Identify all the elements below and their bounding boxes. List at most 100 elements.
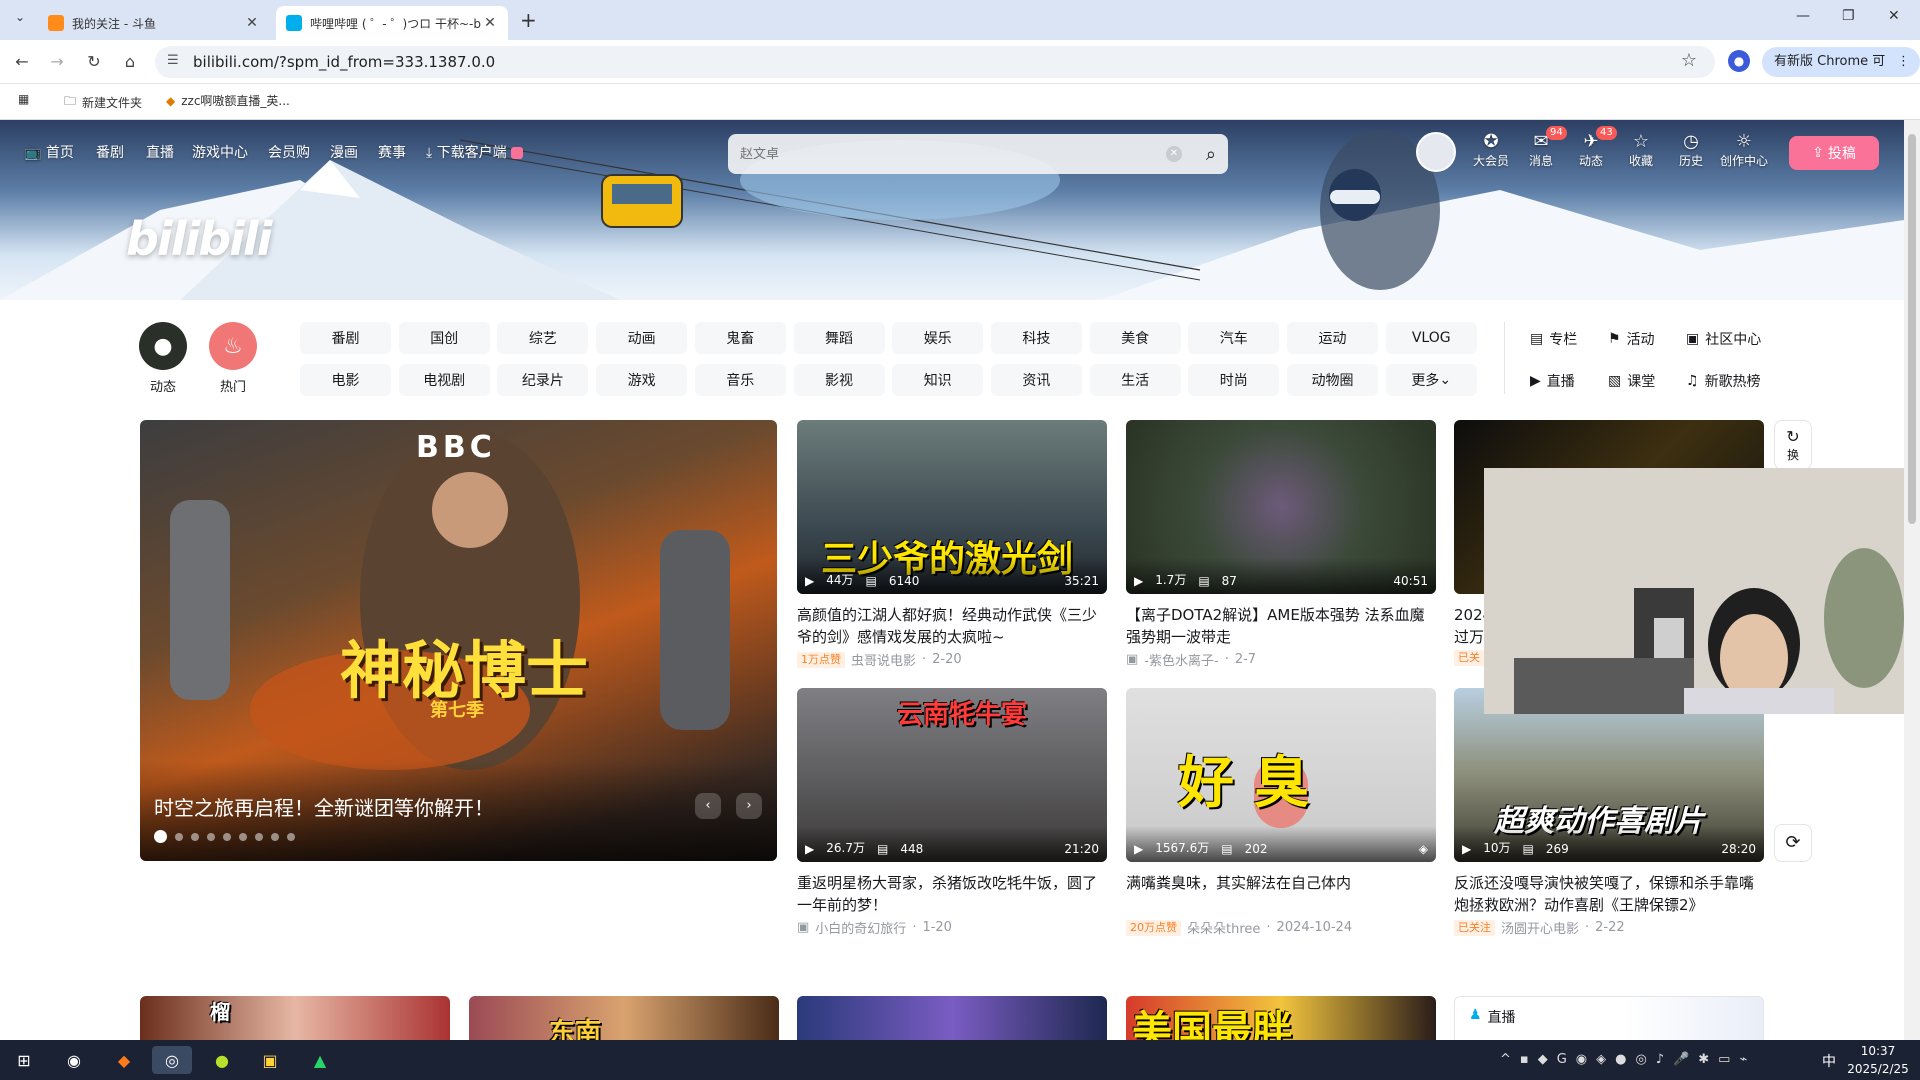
- scrollbar-thumb[interactable]: [1908, 134, 1916, 524]
- carousel-dot-active[interactable]: [154, 830, 167, 843]
- close-icon[interactable]: ✕: [482, 15, 498, 31]
- category-item[interactable]: 美食: [1089, 322, 1181, 354]
- video-thumbnail[interactable]: 云南牦牛宴 ▶ 26.7万 ▤ 448 21:20: [797, 688, 1107, 862]
- ime-indicator[interactable]: 中: [1822, 1051, 1836, 1071]
- douyu-app-icon[interactable]: ◆: [104, 1046, 144, 1074]
- bilibili-logo[interactable]: bilibili: [126, 212, 272, 266]
- bookmark-folder[interactable]: 🗀 新建文件夹: [64, 92, 142, 113]
- video-card[interactable]: ▶ 1.7万 ▤ 87 40:51 【离子DOTA2解说】AME版本强势 法系血魔 …: [1126, 420, 1436, 680]
- restore-icon[interactable]: ❐: [1842, 8, 1855, 24]
- close-icon[interactable]: ✕: [244, 15, 260, 31]
- category-item[interactable]: 影视: [793, 364, 885, 396]
- carousel-dot[interactable]: [239, 832, 247, 841]
- carousel-dot[interactable]: [223, 832, 231, 841]
- bookmark-star-icon[interactable]: ☆: [1681, 50, 1697, 71]
- header-dynamic[interactable]: ✈ 43 动态: [1566, 126, 1617, 169]
- chrome-app-icon[interactable]: ◎: [152, 1046, 192, 1074]
- video-author[interactable]: 虫哥说电影: [851, 650, 916, 669]
- video-title[interactable]: 满嘴粪臭味，其实解法在自己体内: [1126, 872, 1436, 894]
- category-item[interactable]: 综艺: [497, 322, 589, 354]
- side-activity[interactable]: ⚑ 活动: [1608, 329, 1655, 349]
- video-author[interactable]: 小白的奇幻旅行: [815, 918, 906, 937]
- video-card[interactable]: 云南牦牛宴 ▶ 26.7万 ▤ 448 21:20 重返明星杨大哥家，杀猪饭改吃牦牛…: [797, 688, 1107, 948]
- more-menu-icon[interactable]: ⋮: [1897, 47, 1910, 77]
- video-thumbnail[interactable]: ▶ 1.7万 ▤ 87 40:51: [1126, 420, 1436, 594]
- side-new-songs[interactable]: ♫ 新歌热榜: [1686, 371, 1761, 391]
- video-title[interactable]: 重返明星杨大哥家，杀猪饭改吃牦牛饭，圆了一年前的梦！: [797, 872, 1107, 916]
- side-live[interactable]: ▶ 直播: [1530, 371, 1575, 391]
- user-avatar[interactable]: [1416, 132, 1456, 172]
- chrome-update-button[interactable]: 有新版 Chrome 可用 ⋮: [1762, 47, 1920, 99]
- clear-search-icon[interactable]: ✕: [1165, 146, 1182, 162]
- category-item[interactable]: 国创: [398, 322, 490, 354]
- video-card[interactable]: 超爽动作喜剧片 ▶ 10万 ▤ 269 28:20 反派还没嘎导演快被笑嘎了，保镖和…: [1454, 688, 1764, 948]
- category-item[interactable]: 娱乐: [892, 322, 984, 354]
- page-scrollbar[interactable]: [1904, 120, 1920, 1040]
- back-to-top-icon[interactable]: ⟳: [1774, 824, 1812, 862]
- video-thumbnail[interactable]: 三少爷的激光剑 ▶44万 ▤6140 35:21: [797, 420, 1107, 594]
- carousel-dot[interactable]: [191, 832, 199, 841]
- category-item[interactable]: 科技: [990, 322, 1082, 354]
- site-info-icon[interactable]: ☰: [167, 53, 179, 68]
- category-item[interactable]: 生活: [1089, 364, 1181, 396]
- nav-game-center[interactable]: 游戏中心: [192, 142, 248, 162]
- close-window-icon[interactable]: ✕: [1888, 8, 1900, 24]
- video-thumbnail[interactable]: 好 臭 ▶ 1567.6万 ▤ 202 ◈: [1126, 688, 1436, 862]
- category-item[interactable]: 纪录片: [497, 364, 589, 396]
- channel-hot[interactable]: ♨ 热门: [203, 322, 263, 395]
- app-icon[interactable]: ▣: [250, 1046, 290, 1074]
- upload-button[interactable]: ⇪ 投稿: [1789, 136, 1879, 170]
- header-vip[interactable]: ✪ 大会员: [1466, 132, 1516, 169]
- category-item[interactable]: 动画: [596, 322, 688, 354]
- video-author[interactable]: 朵朵朵three: [1187, 918, 1260, 937]
- reload-icon[interactable]: ↻: [82, 50, 106, 74]
- side-column[interactable]: ▤ 专栏: [1530, 329, 1577, 349]
- address-bar[interactable]: ☰ bilibili.com/?spm_id_from=333.1387.0.0…: [155, 46, 1715, 78]
- category-item[interactable]: 番剧: [300, 322, 391, 354]
- nav-home[interactable]: 📺 首页: [24, 142, 74, 162]
- video-thumbnail-bottom[interactable]: [797, 996, 1107, 1040]
- side-community[interactable]: ▣ 社区中心: [1686, 329, 1761, 349]
- header-history[interactable]: ◷ 历史: [1666, 132, 1716, 169]
- nav-shop[interactable]: 会员购: [268, 142, 310, 162]
- video-card[interactable]: 三少爷的激光剑 ▶44万 ▤6140 35:21 高颜值的江湖人都好疯！经典动作…: [797, 420, 1107, 680]
- carousel-dot[interactable]: [207, 832, 215, 841]
- apps-grid-icon[interactable]: ▦: [18, 92, 29, 106]
- home-icon[interactable]: ⌂: [118, 50, 142, 74]
- nav-manga[interactable]: 漫画: [330, 142, 358, 162]
- category-item[interactable]: 电影: [300, 364, 391, 396]
- app-icon[interactable]: ▲: [300, 1046, 340, 1074]
- bookmark-link[interactable]: ◆ zzc啊嗷额直播_英...: [166, 92, 290, 109]
- video-thumbnail-bottom[interactable]: 美国最胖: [1126, 996, 1436, 1040]
- video-title[interactable]: 反派还没嘎导演快被笑嘎了，保镖和杀手靠嘴炮拯救欧洲？动作喜剧《王牌保镖2》: [1454, 872, 1764, 916]
- new-tab-icon[interactable]: +: [520, 8, 537, 32]
- header-creator-center[interactable]: ☼ 创作中心: [1716, 132, 1772, 169]
- banner-carousel[interactable]: BBC 神秘博士 第七季 时空之旅再启程！全新谜团等你解开！ ‹ ›: [140, 420, 777, 861]
- tab-bilibili[interactable]: 哔哩哔哩 ( ゜- ゜)つロ 干杯~-bi ✕: [276, 6, 508, 40]
- category-item[interactable]: 资讯: [990, 364, 1082, 396]
- header-favorites[interactable]: ☆ 收藏: [1616, 132, 1666, 169]
- search-input[interactable]: [740, 146, 1166, 162]
- tab-douyu[interactable]: 我的关注 - 斗鱼 ✕: [38, 6, 270, 40]
- category-item[interactable]: 知识: [892, 364, 984, 396]
- search-icon[interactable]: ⌕: [1206, 144, 1216, 165]
- minimize-icon[interactable]: —: [1796, 8, 1810, 24]
- category-item[interactable]: VLOG: [1385, 322, 1477, 354]
- video-title[interactable]: 【离子DOTA2解说】AME版本强势 法系血魔 强势期一波带走: [1126, 604, 1436, 648]
- forward-icon[interactable]: →: [45, 50, 69, 74]
- windows-start-icon[interactable]: ⊞: [4, 1046, 44, 1074]
- nav-live[interactable]: 直播: [146, 142, 174, 162]
- video-thumbnail[interactable]: 超爽动作喜剧片 ▶ 10万 ▤ 269 28:20: [1454, 688, 1764, 862]
- tab-search-icon[interactable]: ⌄: [10, 10, 30, 30]
- carousel-dot[interactable]: [271, 832, 279, 841]
- clock[interactable]: 10:37 2025/2/25: [1846, 1042, 1910, 1078]
- carousel-dot[interactable]: [255, 832, 263, 841]
- nav-bangumi[interactable]: 番剧: [96, 142, 124, 162]
- video-author[interactable]: -紫色水离子-: [1144, 650, 1218, 669]
- video-author[interactable]: 汤圆开心电影: [1501, 918, 1579, 937]
- live-card[interactable]: ♟ 直播: [1454, 996, 1764, 1040]
- category-item[interactable]: 游戏: [596, 364, 688, 396]
- profile-avatar-icon[interactable]: ●: [1728, 50, 1750, 72]
- app-icon[interactable]: ◉: [54, 1046, 94, 1074]
- carousel-prev-icon[interactable]: ‹: [695, 793, 721, 819]
